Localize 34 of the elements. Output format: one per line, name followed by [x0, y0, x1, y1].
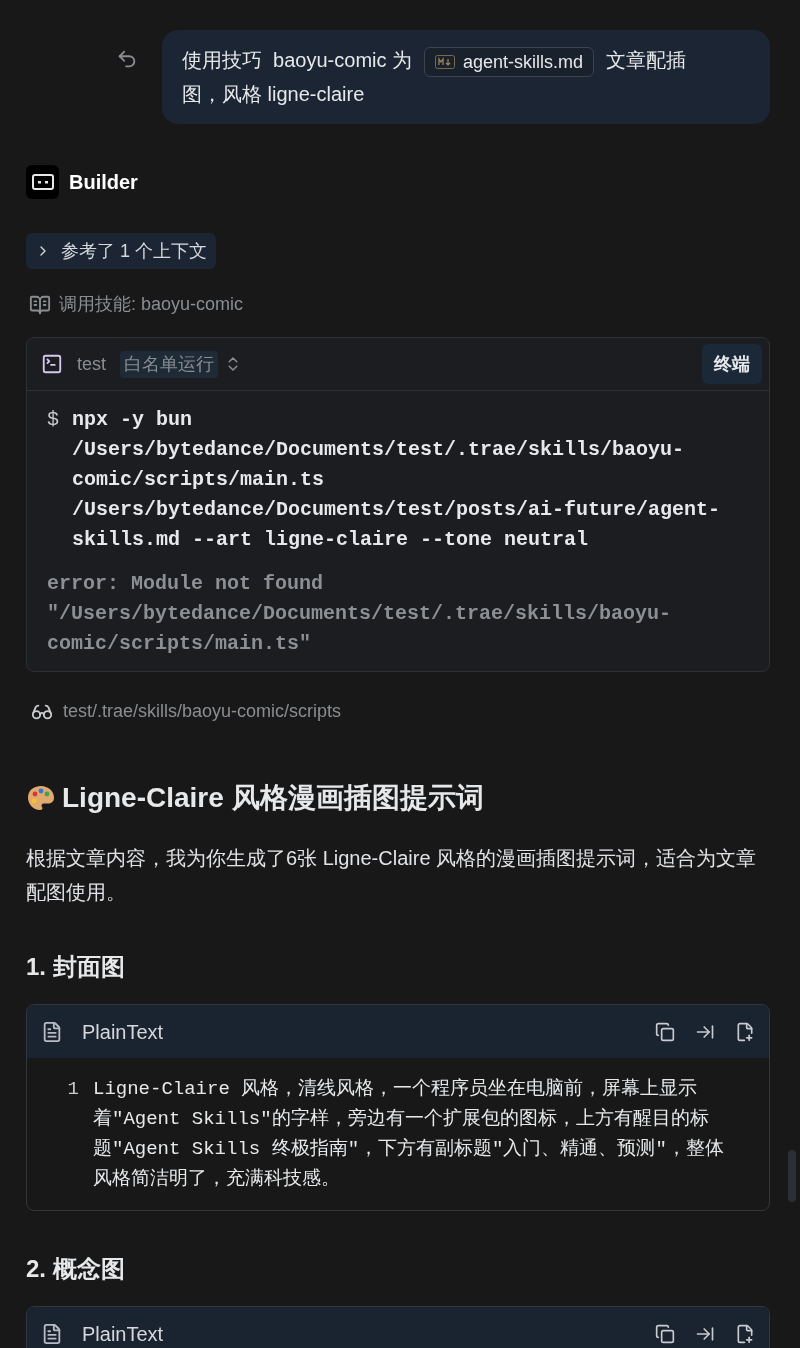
command-output: error: Module not found "/Users/bytedance/Documents/test/.trae/skills/baoyu-comic/scripts/main.ts" [47, 571, 673, 657]
viewed-path: test/.trae/skills/baoyu-comic/scripts [63, 700, 342, 723]
code-language: PlainText [82, 1019, 164, 1045]
new-file-icon[interactable] [735, 1021, 755, 1042]
code-language: PlainText [82, 1321, 164, 1347]
context-toggle[interactable]: 参考了 1 个上下文 [26, 233, 216, 269]
prompt-symbol: $ [47, 407, 60, 433]
answer-title: Ligne-Claire 风格漫画插图提示词 [62, 781, 484, 815]
palette-icon [26, 784, 56, 812]
scrollbar-thumb[interactable] [788, 1150, 796, 1202]
file-icon [41, 1322, 63, 1345]
section-heading: 1. 封面图 [26, 952, 126, 982]
undo-icon[interactable] [116, 48, 138, 70]
file-icon [41, 1020, 63, 1043]
working-directory: test [77, 352, 106, 376]
message-text: 图，风格 ligne-claire [182, 82, 365, 107]
file-chip[interactable]: agent-skills.md [424, 46, 595, 77]
code-line: Ligne-Claire 风格，清线风格，一个程序员坐在电脑前，屏幕上显示着"Agent Skills"的字样，旁边有一个扩展包的图标，上方有醒目的标题"Agent Skills 终极指南"，下方有副标题"入门、精通、预测"，整体风格简洁明了，充满科技感。 [93, 1077, 725, 1192]
terminal-icon [41, 353, 63, 375]
line-number: 1 [66, 1077, 80, 1102]
message-text: 文章配插 [606, 49, 687, 71]
new-file-icon[interactable] [735, 1323, 755, 1344]
section-heading: 2. 概念图 [26, 1254, 126, 1284]
message-text: 使用技巧 baoyu-comic 为 [182, 49, 413, 71]
command-text: npx -y bun /Users/bytedance/Documents/test/.trae/skills/baoyu-comic/scripts/main.ts /Users/bytedance/Documents/test/posts/ai-future/agent-skills.md --art ligne-claire --tone neutral [72, 407, 722, 553]
markdown-icon [435, 54, 456, 69]
assistant-name: Builder [69, 170, 138, 195]
skill-call-label: 调用技能: baoyu-comic [59, 293, 244, 316]
copy-icon[interactable] [655, 1323, 675, 1344]
robot-icon [31, 174, 54, 190]
terminal-button[interactable]: 终端 [702, 344, 762, 384]
book-icon [29, 293, 51, 316]
intro-paragraph: 根据文章内容，我为你生成了6张 Ligne-Claire 风格的漫画插图提示词，适合为文章配图使用。 [26, 846, 758, 905]
copy-icon[interactable] [655, 1021, 675, 1042]
